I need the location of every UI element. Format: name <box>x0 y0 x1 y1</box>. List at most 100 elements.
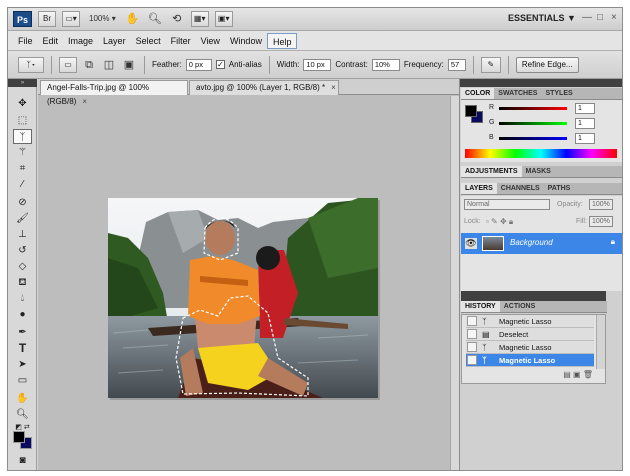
tab-layers[interactable]: LAYERS <box>461 183 497 194</box>
blue-slider[interactable] <box>499 137 567 140</box>
zoom-tool-button[interactable]: 🔍︎ <box>147 11 163 27</box>
frequency-input[interactable]: 57 <box>447 58 466 71</box>
tab-angel-falls[interactable]: Angel-Falls-Trip.jpg @ 100% (RGB/8) × <box>40 80 188 106</box>
history-snapshot-box[interactable] <box>467 342 477 352</box>
hand-tool[interactable]: ✋ <box>13 391 32 406</box>
arrange-documents-button[interactable]: ▦▾ <box>190 11 209 27</box>
tab-history[interactable]: HISTORY <box>461 301 500 312</box>
anti-alias-checkbox[interactable]: ✓ <box>215 60 225 69</box>
vertical-scrollbar[interactable] <box>450 96 459 470</box>
tab-actions[interactable]: ACTIONS <box>500 301 540 312</box>
image-canvas[interactable] <box>108 198 378 398</box>
color-panel-foreground-swatch[interactable] <box>465 105 477 117</box>
clone-stamp-tool[interactable]: ⊥ <box>13 227 32 242</box>
menu-image[interactable]: Image <box>63 33 98 49</box>
intersect-selection-button[interactable]: ▣ <box>121 57 137 73</box>
dodge-tool[interactable]: ● <box>13 307 32 322</box>
history-step[interactable]: ᛉ Magnetic Lasso <box>466 341 594 354</box>
history-snapshot-box[interactable] <box>467 355 477 365</box>
tools-panel: » ✥ ⬚ ᛉ ⚚ ⌗ ⁄ ⊘ 🖌︎ ⊥ ↺ ◇ ⛾ 💧︎ ● ✒ T ➤ ▭ … <box>8 79 37 470</box>
fill-input[interactable]: 100% <box>589 216 613 227</box>
swap-icon: ◩ ⇄ <box>15 424 30 431</box>
blur-tool[interactable]: 💧︎ <box>13 291 32 306</box>
tab-color[interactable]: COLOR <box>461 88 495 99</box>
menu-window[interactable]: Window <box>225 33 267 49</box>
history-snapshot-box[interactable] <box>467 329 477 339</box>
blue-input[interactable]: 1 <box>575 133 595 144</box>
menu-select[interactable]: Select <box>131 33 166 49</box>
menu-layer[interactable]: Layer <box>98 33 131 49</box>
eye-icon[interactable]: 👁︎ <box>465 238 477 249</box>
menu-view[interactable]: View <box>196 33 225 49</box>
eyedropper-tool[interactable]: ⁄ <box>13 177 32 192</box>
new-selection-button[interactable]: ▭ <box>59 56 77 73</box>
width-input[interactable]: 10 px <box>303 58 332 71</box>
menu-edit[interactable]: Edit <box>38 33 64 49</box>
collapse-toolbar-icon[interactable]: » <box>8 79 37 87</box>
menu-help[interactable]: Help <box>266 32 298 49</box>
history-brush-tool[interactable]: ↺ <box>13 243 32 258</box>
lock-icons[interactable]: ▫ ✎ ✥ 🔒︎ <box>486 217 513 227</box>
tab-paths[interactable]: PATHS <box>544 183 575 194</box>
tab-masks[interactable]: MASKS <box>522 166 555 177</box>
contrast-input[interactable]: 10% <box>371 58 400 71</box>
red-input[interactable]: 1 <box>575 103 595 114</box>
color-spectrum-ramp[interactable] <box>465 149 617 158</box>
lasso-tool[interactable]: ᛉ <box>13 129 32 144</box>
add-selection-button[interactable]: ⧉ <box>81 57 97 73</box>
tab-adjustments[interactable]: ADJUSTMENTS <box>461 166 522 177</box>
pen-tool[interactable]: ✒ <box>13 325 32 340</box>
history-footer-buttons[interactable]: ▤ ▣ 🗑︎ <box>462 370 605 383</box>
zoom-level-dropdown[interactable]: 100% ▾ <box>86 11 119 27</box>
tablet-pressure-button[interactable]: ✎ <box>480 56 501 73</box>
close-tab-icon[interactable]: × <box>82 97 87 106</box>
green-slider[interactable] <box>499 122 567 125</box>
history-scrollbar[interactable] <box>596 315 605 369</box>
rotate-view-button[interactable]: ⟲ <box>169 11 185 27</box>
move-tool[interactable]: ✥ <box>13 96 32 111</box>
layer-row-background[interactable]: 👁︎ Background 🔒︎ <box>461 233 622 254</box>
feather-input[interactable]: 0 px <box>185 58 212 71</box>
history-step[interactable]: ▤ Deselect <box>466 328 594 341</box>
minimize-button[interactable]: — <box>582 12 592 23</box>
history-step-selected[interactable]: ᛉ Magnetic Lasso <box>466 354 594 367</box>
quick-selection-tool[interactable]: ⚚ <box>13 145 32 160</box>
workspace-switcher[interactable]: ESSENTIALS ▼ <box>508 13 576 23</box>
foreground-color-swatch[interactable] <box>13 431 25 443</box>
collapse-panels-icon[interactable] <box>460 79 622 87</box>
brush-tool[interactable]: 🖌︎ <box>13 211 32 226</box>
quick-mask-button[interactable]: ◙ <box>13 453 32 468</box>
marquee-tool[interactable]: ⬚ <box>13 113 32 128</box>
path-selection-tool[interactable]: ➤ <box>13 357 32 372</box>
history-step-label: Deselect <box>499 330 529 339</box>
history-step[interactable]: ᛉ Magnetic Lasso <box>466 315 594 328</box>
menu-file[interactable]: File <box>13 33 38 49</box>
blue-label: B <box>489 134 494 141</box>
hand-tool-button[interactable]: ✋ <box>125 11 141 27</box>
healing-brush-tool[interactable]: ⊘ <box>13 195 32 210</box>
maximize-button[interactable]: □ <box>597 12 603 23</box>
screen-mode-button[interactable]: ▣▾ <box>214 11 233 27</box>
paint-bucket-tool[interactable]: ⛾ <box>13 275 32 290</box>
tool-preset-picker[interactable]: ᛉ▾ <box>18 56 44 73</box>
menu-filter[interactable]: Filter <box>166 33 196 49</box>
blend-mode-select[interactable]: Normal <box>464 199 550 210</box>
red-slider[interactable] <box>499 107 567 110</box>
history-snapshot-box[interactable] <box>467 316 477 326</box>
crop-tool[interactable]: ⌗ <box>13 161 32 176</box>
subtract-selection-button[interactable]: ◫ <box>101 57 117 73</box>
view-extras-button[interactable]: ▭▾ <box>62 11 80 27</box>
type-tool[interactable]: T <box>13 341 32 356</box>
tab-swatches[interactable]: SWATCHES <box>494 88 541 99</box>
shape-tool[interactable]: ▭ <box>13 373 32 388</box>
tab-styles[interactable]: STYLES <box>541 88 576 99</box>
tab-avto[interactable]: avto.jpg @ 100% (Layer 1, RGB/8) * × <box>189 80 339 95</box>
close-tab-icon[interactable]: × <box>331 83 336 92</box>
opacity-input[interactable]: 100% <box>589 199 613 210</box>
bridge-button[interactable]: Br <box>38 11 56 27</box>
tab-channels[interactable]: CHANNELS <box>497 183 544 194</box>
close-window-button[interactable]: × <box>611 12 617 23</box>
refine-edge-button[interactable]: Refine Edge... <box>515 56 579 73</box>
green-input[interactable]: 1 <box>575 118 595 129</box>
eraser-tool[interactable]: ◇ <box>13 259 32 274</box>
